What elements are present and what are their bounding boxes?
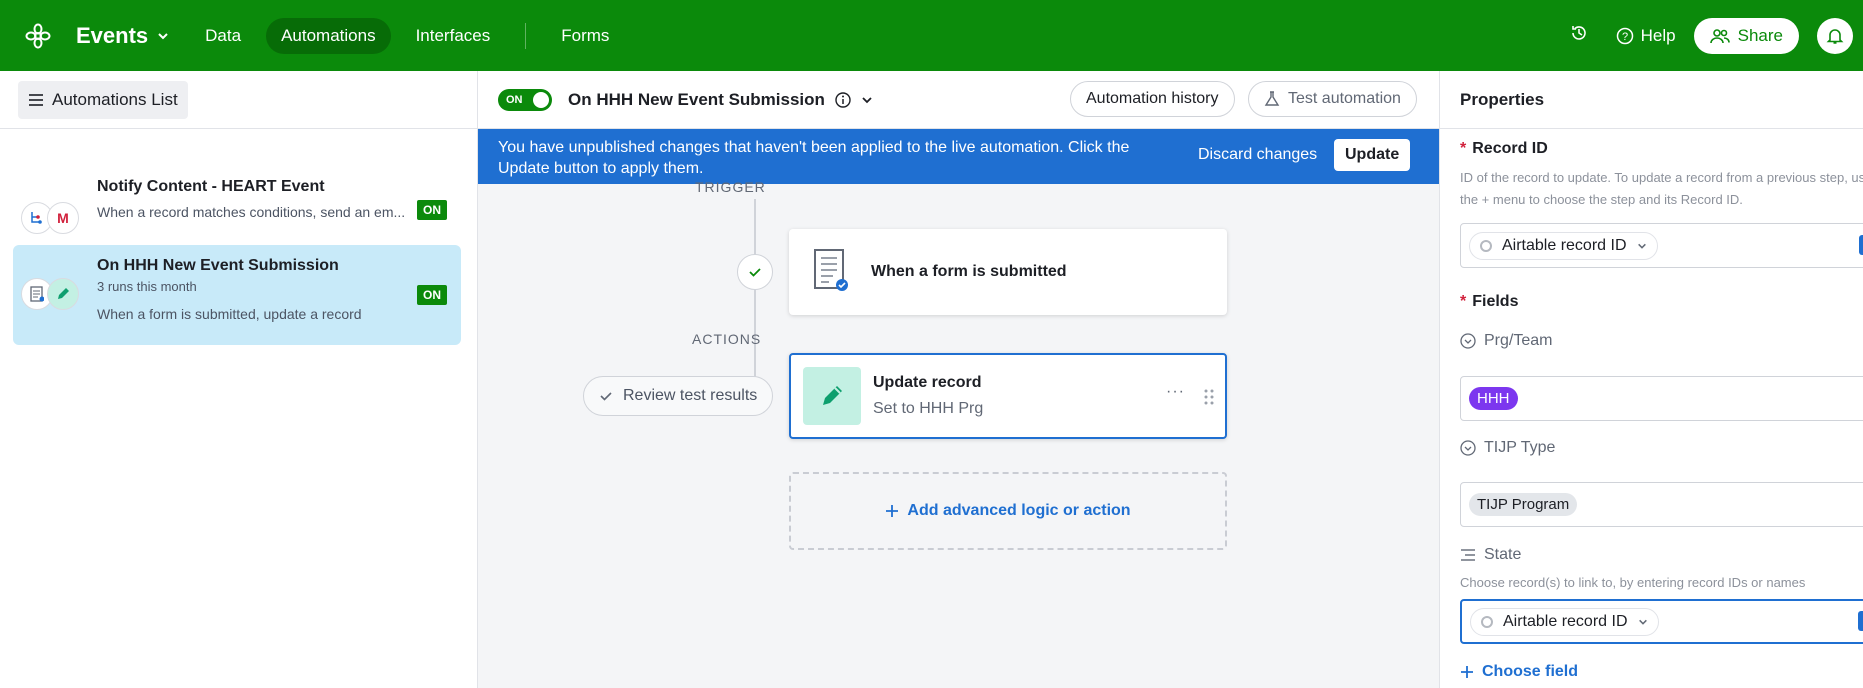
- nav-forms[interactable]: Forms: [546, 18, 624, 54]
- pencil-icon: [47, 278, 79, 310]
- flask-icon: [1264, 91, 1280, 106]
- automation-title: Notify Content - HEART Event: [97, 178, 325, 195]
- users-icon: [1709, 28, 1730, 43]
- base-logo-icon[interactable]: [0, 0, 76, 71]
- test-automation-button[interactable]: Test automation: [1248, 81, 1417, 117]
- nav-interfaces[interactable]: Interfaces: [401, 18, 506, 54]
- plus-icon: [1461, 666, 1473, 678]
- chevron-down-icon: [1638, 619, 1647, 625]
- plus-icon: [886, 505, 899, 517]
- drag-handle-icon[interactable]: [1204, 389, 1214, 410]
- action-card[interactable]: Update record Set to HHH Prg ···: [789, 353, 1227, 439]
- fingerprint-icon: [1480, 240, 1492, 252]
- prg-team-tag: HHH: [1469, 387, 1518, 410]
- nav-divider: [525, 22, 527, 49]
- banner-text: You have unpublished changes that haven'…: [498, 139, 1130, 177]
- more-options-icon[interactable]: ···: [1166, 383, 1185, 401]
- properties-header: Properties: [1440, 71, 1863, 129]
- record-id-description: ID of the record to update. To update a …: [1460, 170, 1863, 207]
- help-button[interactable]: ? Help: [1616, 26, 1676, 46]
- field-state[interactable]: State: [1460, 546, 1521, 564]
- automation-history-button[interactable]: Automation history: [1070, 81, 1235, 117]
- prg-team-input[interactable]: HHH: [1460, 376, 1863, 421]
- update-button[interactable]: Update: [1334, 139, 1411, 171]
- automation-toggle[interactable]: ON: [498, 88, 552, 111]
- main-nav: Data Automations Interfaces Forms: [190, 17, 624, 54]
- top-bar: Events Data Automations Interfaces Forms…: [0, 0, 1863, 71]
- insert-value-plus-icon[interactable]: [1858, 611, 1863, 631]
- automations-list-button[interactable]: Automations List: [18, 80, 188, 119]
- toggle-knob: [533, 91, 549, 108]
- automation-item-selected[interactable]: On HHH New Event Submission 3 runs this …: [13, 245, 461, 345]
- history-icon[interactable]: [1570, 24, 1588, 47]
- app-title-dropdown[interactable]: Events: [76, 23, 170, 49]
- chevron-down-icon: [1637, 243, 1646, 249]
- automation-title: On HHH New Event Submission: [97, 257, 339, 274]
- state-record-select[interactable]: Airtable record ID: [1470, 608, 1659, 636]
- action-card-title: Update record: [873, 374, 982, 391]
- fields-label: * Fields: [1460, 293, 1519, 310]
- nav-data[interactable]: Data: [190, 18, 256, 54]
- state-description: Choose record(s) to link to, by entering…: [1460, 575, 1806, 590]
- automation-canvas: ON On HHH New Event Submission Automatio…: [478, 71, 1439, 688]
- action-card-subtitle: Set to HHH Prg: [873, 400, 984, 417]
- automations-sidebar: Automations List M Notify Content - HEAR…: [0, 71, 478, 688]
- tijp-type-tag: TIJP Program: [1469, 493, 1578, 516]
- field-tijp-type[interactable]: TIJP Type: [1460, 439, 1555, 457]
- check-icon: [600, 392, 612, 401]
- pencil-icon: [803, 367, 861, 425]
- insert-value-plus-icon[interactable]: [1859, 235, 1863, 255]
- gmail-icon: M: [47, 202, 79, 234]
- trigger-card[interactable]: When a form is submitted: [789, 229, 1227, 315]
- review-test-results-button[interactable]: Review test results: [583, 376, 774, 416]
- info-icon[interactable]: [835, 91, 851, 108]
- record-id-label: * Record ID: [1460, 140, 1548, 157]
- check-icon: [737, 254, 773, 290]
- status-badge: ON: [417, 285, 447, 305]
- fingerprint-icon: [1481, 616, 1493, 628]
- discard-changes-button[interactable]: Discard changes: [1198, 146, 1317, 164]
- flow-connector: [754, 199, 756, 255]
- add-advanced-logic-button[interactable]: Add advanced logic or action: [789, 472, 1227, 550]
- state-input[interactable]: Airtable record ID: [1460, 599, 1863, 644]
- automation-description: When a record matches conditions, send a…: [97, 204, 406, 220]
- linked-record-icon: [1461, 549, 1475, 561]
- share-button[interactable]: Share: [1693, 17, 1799, 54]
- trigger-label: TRIGGER: [695, 179, 766, 195]
- chevron-circle-icon: [1460, 440, 1476, 456]
- chevron-circle-icon: [1460, 333, 1476, 349]
- automation-runs: 3 runs this month: [97, 279, 197, 294]
- automation-title-header[interactable]: On HHH New Event Submission: [568, 90, 873, 110]
- menu-icon: [29, 93, 43, 106]
- record-id-select[interactable]: Airtable record ID: [1469, 232, 1658, 260]
- svg-text:?: ?: [1622, 31, 1628, 43]
- notifications-bell-icon[interactable]: [1817, 17, 1853, 54]
- actions-label: ACTIONS: [692, 331, 762, 347]
- field-prg-team[interactable]: Prg/Team: [1460, 332, 1552, 350]
- nav-automations[interactable]: Automations: [266, 17, 391, 54]
- tijp-type-input[interactable]: TIJP Program: [1460, 482, 1863, 527]
- record-id-input[interactable]: Airtable record ID: [1460, 223, 1863, 268]
- properties-panel: Properties * Record ID ID of the record t…: [1439, 71, 1863, 688]
- chevron-down-icon: [158, 32, 168, 39]
- status-badge: ON: [417, 200, 447, 220]
- automation-description: When a form is submitted, update a recor…: [97, 306, 362, 322]
- form-submitted-icon: [813, 248, 849, 297]
- help-icon: ?: [1616, 27, 1633, 44]
- chevron-down-icon[interactable]: [861, 94, 873, 106]
- trigger-card-title: When a form is submitted: [871, 263, 1067, 280]
- choose-field-button[interactable]: Choose field: [1460, 663, 1578, 681]
- app-title: Events: [76, 22, 149, 48]
- unpublished-changes-banner: You have unpublished changes that haven'…: [478, 129, 1439, 184]
